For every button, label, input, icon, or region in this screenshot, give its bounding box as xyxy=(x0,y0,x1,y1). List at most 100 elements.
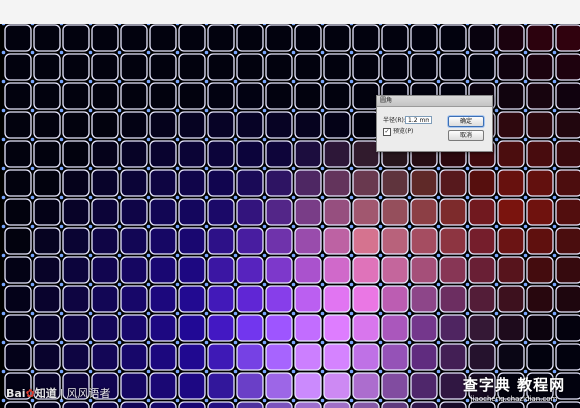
rounded-tile[interactable] xyxy=(178,53,206,81)
rounded-tile[interactable] xyxy=(33,140,61,168)
rounded-tile[interactable] xyxy=(381,401,409,408)
rounded-tile[interactable] xyxy=(323,24,351,52)
rounded-tile[interactable] xyxy=(178,314,206,342)
rounded-tile[interactable] xyxy=(4,53,32,81)
rounded-tile[interactable] xyxy=(294,82,322,110)
rounded-tile[interactable] xyxy=(91,169,119,197)
rounded-tile[interactable] xyxy=(149,343,177,371)
rounded-tile[interactable] xyxy=(294,314,322,342)
rounded-tile[interactable] xyxy=(497,140,525,168)
rounded-tile[interactable] xyxy=(526,314,554,342)
rounded-tile[interactable] xyxy=(294,372,322,400)
rounded-tile[interactable] xyxy=(178,227,206,255)
rounded-tile[interactable] xyxy=(468,227,496,255)
rounded-tile[interactable] xyxy=(207,82,235,110)
radius-input[interactable] xyxy=(405,116,432,124)
rounded-tile[interactable] xyxy=(468,24,496,52)
rounded-tile[interactable] xyxy=(352,256,380,284)
rounded-tile[interactable] xyxy=(555,343,580,371)
rounded-tile[interactable] xyxy=(468,256,496,284)
ok-button[interactable]: 确定 xyxy=(448,116,484,127)
rounded-tile[interactable] xyxy=(149,169,177,197)
rounded-tile[interactable] xyxy=(149,227,177,255)
rounded-tile[interactable] xyxy=(381,285,409,313)
rounded-tile[interactable] xyxy=(526,227,554,255)
rounded-tile[interactable] xyxy=(294,343,322,371)
rounded-tile[interactable] xyxy=(4,314,32,342)
rounded-tile[interactable] xyxy=(294,198,322,226)
rounded-tile[interactable] xyxy=(265,82,293,110)
rounded-tile[interactable] xyxy=(526,285,554,313)
rounded-tile[interactable] xyxy=(33,24,61,52)
rounded-tile[interactable] xyxy=(526,256,554,284)
rounded-tile[interactable] xyxy=(497,285,525,313)
rounded-tile[interactable] xyxy=(323,256,351,284)
rounded-tile[interactable] xyxy=(4,82,32,110)
rounded-tile[interactable] xyxy=(4,24,32,52)
rounded-tile[interactable] xyxy=(555,111,580,139)
rounded-tile[interactable] xyxy=(323,82,351,110)
rounded-tile[interactable] xyxy=(265,256,293,284)
rounded-tile[interactable] xyxy=(149,198,177,226)
rounded-tile[interactable] xyxy=(4,285,32,313)
rounded-tile[interactable] xyxy=(555,169,580,197)
rounded-tile[interactable] xyxy=(149,53,177,81)
rounded-tile[interactable] xyxy=(497,82,525,110)
rounded-tile[interactable] xyxy=(33,198,61,226)
rounded-tile[interactable] xyxy=(410,314,438,342)
rounded-tile[interactable] xyxy=(120,343,148,371)
rounded-tile[interactable] xyxy=(236,372,264,400)
rounded-tile[interactable] xyxy=(294,169,322,197)
rounded-tile[interactable] xyxy=(410,53,438,81)
rounded-tile[interactable] xyxy=(4,401,32,408)
rounded-tile[interactable] xyxy=(410,401,438,408)
rounded-tile[interactable] xyxy=(352,227,380,255)
rounded-tile[interactable] xyxy=(410,198,438,226)
rounded-tile[interactable] xyxy=(91,198,119,226)
rounded-tile[interactable] xyxy=(207,24,235,52)
rounded-tile[interactable] xyxy=(381,314,409,342)
rounded-tile[interactable] xyxy=(381,227,409,255)
rounded-tile[interactable] xyxy=(265,314,293,342)
rounded-tile[interactable] xyxy=(497,24,525,52)
rounded-tile[interactable] xyxy=(33,227,61,255)
rounded-tile[interactable] xyxy=(120,314,148,342)
rounded-tile[interactable] xyxy=(439,24,467,52)
rounded-tile[interactable] xyxy=(294,227,322,255)
rounded-tile[interactable] xyxy=(265,343,293,371)
rounded-tile[interactable] xyxy=(62,198,90,226)
rounded-tile[interactable] xyxy=(120,82,148,110)
rounded-tile[interactable] xyxy=(526,53,554,81)
rounded-tile[interactable] xyxy=(410,285,438,313)
rounded-tile[interactable] xyxy=(4,256,32,284)
rounded-tile[interactable] xyxy=(149,256,177,284)
rounded-rect-grid[interactable] xyxy=(0,24,580,408)
rounded-tile[interactable] xyxy=(497,111,525,139)
rounded-tile[interactable] xyxy=(265,401,293,408)
rounded-tile[interactable] xyxy=(178,285,206,313)
rounded-tile[interactable] xyxy=(207,343,235,371)
rounded-tile[interactable] xyxy=(62,111,90,139)
rounded-tile[interactable] xyxy=(236,24,264,52)
rounded-tile[interactable] xyxy=(497,314,525,342)
rounded-tile[interactable] xyxy=(497,169,525,197)
rounded-tile[interactable] xyxy=(555,256,580,284)
rounded-tile[interactable] xyxy=(178,169,206,197)
rounded-tile[interactable] xyxy=(468,169,496,197)
rounded-tile[interactable] xyxy=(526,24,554,52)
rounded-tile[interactable] xyxy=(323,53,351,81)
rounded-tile[interactable] xyxy=(352,314,380,342)
rounded-tile[interactable] xyxy=(294,24,322,52)
cancel-button[interactable]: 取消 xyxy=(448,130,484,141)
rounded-tile[interactable] xyxy=(439,198,467,226)
rounded-tile[interactable] xyxy=(323,111,351,139)
rounded-tile[interactable] xyxy=(555,285,580,313)
rounded-tile[interactable] xyxy=(468,285,496,313)
rounded-tile[interactable] xyxy=(4,343,32,371)
rounded-tile[interactable] xyxy=(323,169,351,197)
rounded-tile[interactable] xyxy=(555,24,580,52)
rounded-tile[interactable] xyxy=(468,198,496,226)
rounded-tile[interactable] xyxy=(149,111,177,139)
rounded-tile[interactable] xyxy=(207,372,235,400)
rounded-tile[interactable] xyxy=(410,372,438,400)
